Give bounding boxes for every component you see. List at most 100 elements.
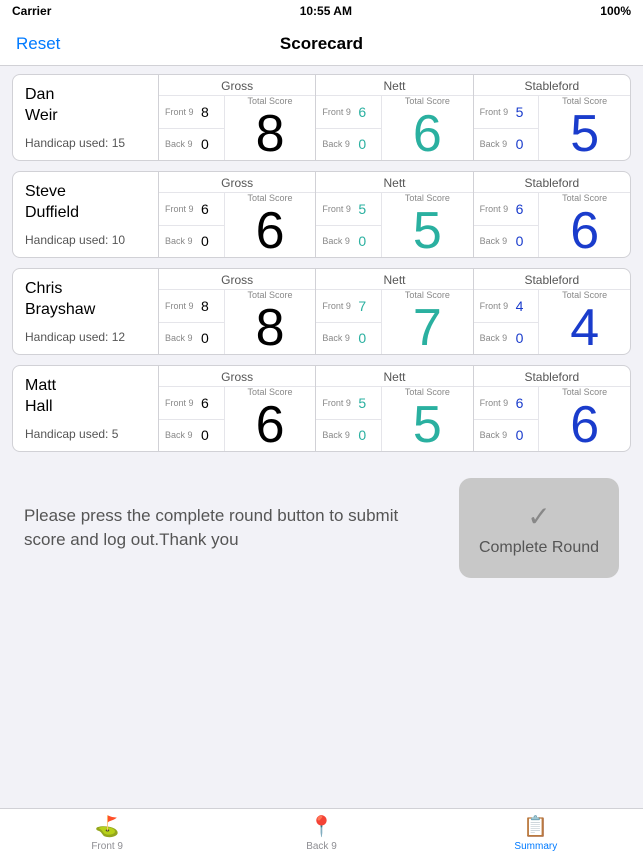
nett-front9-val-1: 6 [358, 104, 366, 120]
gross-back9-val-4: 0 [201, 427, 209, 443]
stableford-back9-val-1: 0 [516, 136, 524, 152]
stableford-back9-label-3: Back 9 [480, 333, 516, 343]
nett-back9-label-1: Back 9 [322, 139, 358, 149]
stableford-header-1: Stableford [474, 75, 630, 96]
nett-front9-val-3: 7 [358, 298, 366, 314]
stableford-back9-val-4: 0 [516, 427, 524, 443]
nett-group-1: Nett Front 9 6 Back 9 0 [316, 75, 473, 160]
nett-header-4: Nett [316, 366, 472, 387]
gross-front9-label-4: Front 9 [165, 398, 201, 408]
player-card-2: SteveDuffield Handicap used: 10 Gross Fr… [12, 171, 631, 258]
player-handicap-2: Handicap used: 10 [25, 233, 146, 247]
player-handicap-4: Handicap used: 5 [25, 427, 146, 441]
nett-total-4: Total Score 5 [382, 387, 473, 451]
stableford-total-3: Total Score 4 [539, 290, 630, 354]
gross-front9-label-2: Front 9 [165, 204, 201, 214]
stableford-header-2: Stableford [474, 172, 630, 193]
nett-back9-val-3: 0 [358, 330, 366, 346]
gross-front-back-1: Front 9 8 Back 9 0 [159, 96, 225, 160]
nett-group-2: Nett Front 9 5 Back 9 0 [316, 172, 473, 257]
front9-icon: ⛳ [95, 814, 120, 839]
complete-round-button[interactable]: ✓ Complete Round [459, 478, 619, 578]
tab-back9[interactable]: 📍 Back 9 [214, 809, 428, 857]
nett-front9-val-2: 5 [358, 201, 366, 217]
gross-front-back-3: Front 9 8 Back 9 0 [159, 290, 225, 354]
gross-total-2: Total Score 6 [225, 193, 316, 257]
stableford-front-back-4: Front 9 6 Back 9 0 [474, 387, 540, 451]
player-name-4: MattHall [25, 376, 146, 418]
gross-back9-val-1: 0 [201, 136, 209, 152]
gross-total-3: Total Score 8 [225, 290, 316, 354]
stableford-total-val-1: 5 [570, 108, 599, 160]
player-handicap-3: Handicap used: 12 [25, 330, 146, 344]
stableford-back9-cell-1: Back 9 0 [474, 129, 539, 161]
nav-bar: Reset Scorecard [0, 22, 643, 66]
status-bar: Carrier 10:55 AM 100% [0, 0, 643, 22]
stableford-group-4: Stableford Front 9 6 Back 9 0 [474, 366, 630, 451]
stableford-back9-val-3: 0 [516, 330, 524, 346]
stableford-front9-cell-2: Front 9 6 [474, 193, 539, 226]
stableford-front9-label-1: Front 9 [480, 107, 516, 117]
player-name-1: DanWeir [25, 85, 146, 127]
player-name-2: SteveDuffield [25, 182, 146, 224]
gross-group-3: Gross Front 9 8 Back 9 0 [159, 269, 316, 354]
stableford-front-back-1: Front 9 5 Back 9 0 [474, 96, 540, 160]
gross-front9-cell-4: Front 9 6 [159, 387, 224, 420]
stableford-front9-cell-4: Front 9 6 [474, 387, 539, 420]
player-name-3: ChrisBrayshaw [25, 279, 146, 321]
player-info-3: ChrisBrayshaw Handicap used: 12 [13, 269, 158, 354]
nett-front-back-3: Front 9 7 Back 9 0 [316, 290, 382, 354]
stableford-group-2: Stableford Front 9 6 Back 9 0 [474, 172, 630, 257]
gross-back9-val-3: 0 [201, 330, 209, 346]
nett-total-1: Total Score 6 [382, 96, 473, 160]
nett-back9-val-1: 0 [358, 136, 366, 152]
tab-front9[interactable]: ⛳ Front 9 [0, 809, 214, 857]
gross-back9-cell-1: Back 9 0 [159, 129, 224, 161]
nett-back9-label-3: Back 9 [322, 333, 358, 343]
gross-total-4: Total Score 6 [225, 387, 316, 451]
time-label: 10:55 AM [300, 4, 352, 18]
scores-section-1: Gross Front 9 8 Back 9 0 [158, 75, 630, 160]
stableford-back9-label-4: Back 9 [480, 430, 516, 440]
gross-front9-label-3: Front 9 [165, 301, 201, 311]
gross-front9-cell-3: Front 9 8 [159, 290, 224, 323]
scores-section-2: Gross Front 9 6 Back 9 0 [158, 172, 630, 257]
stableford-front9-cell-1: Front 9 5 [474, 96, 539, 129]
gross-total-val-3: 8 [256, 302, 285, 354]
bottom-area: Please press the complete round button t… [12, 462, 631, 594]
gross-group-4: Gross Front 9 6 Back 9 0 [159, 366, 316, 451]
stableford-group-3: Stableford Front 9 4 Back 9 0 [474, 269, 630, 354]
gross-front9-val-2: 6 [201, 201, 209, 217]
nett-front9-label-4: Front 9 [322, 398, 358, 408]
complete-round-message: Please press the complete round button t… [24, 504, 443, 552]
gross-back9-label-4: Back 9 [165, 430, 201, 440]
nett-header-3: Nett [316, 269, 472, 290]
player-card-3: ChrisBrayshaw Handicap used: 12 Gross Fr… [12, 268, 631, 355]
nett-total-3: Total Score 7 [382, 290, 473, 354]
main-content: DanWeir Handicap used: 15 Gross Front 9 … [0, 66, 643, 659]
stableford-back9-cell-2: Back 9 0 [474, 226, 539, 258]
nett-front-back-4: Front 9 5 Back 9 0 [316, 387, 382, 451]
stableford-front9-label-4: Front 9 [480, 398, 516, 408]
nett-back9-cell-1: Back 9 0 [316, 129, 381, 161]
stableford-group-1: Stableford Front 9 5 Back 9 0 [474, 75, 630, 160]
gross-front9-val-4: 6 [201, 395, 209, 411]
stableford-back9-cell-3: Back 9 0 [474, 323, 539, 355]
gross-group-1: Gross Front 9 8 Back 9 0 [159, 75, 316, 160]
tab-summary[interactable]: 📋 Summary [429, 809, 643, 857]
reset-button[interactable]: Reset [16, 34, 60, 54]
back9-icon: 📍 [309, 814, 334, 839]
nett-back9-val-2: 0 [358, 233, 366, 249]
scores-section-4: Gross Front 9 6 Back 9 0 [158, 366, 630, 451]
nett-front9-val-4: 5 [358, 395, 366, 411]
gross-total-val-2: 6 [256, 205, 285, 257]
stableford-front9-cell-3: Front 9 4 [474, 290, 539, 323]
nett-back9-val-4: 0 [358, 427, 366, 443]
gross-front9-label-1: Front 9 [165, 107, 201, 117]
gross-back9-cell-2: Back 9 0 [159, 226, 224, 258]
stableford-total-val-2: 6 [570, 205, 599, 257]
scores-section-3: Gross Front 9 8 Back 9 0 [158, 269, 630, 354]
nett-back9-label-2: Back 9 [322, 236, 358, 246]
summary-icon: 📋 [523, 814, 548, 839]
player-card-4: MattHall Handicap used: 5 Gross Front 9 … [12, 365, 631, 452]
